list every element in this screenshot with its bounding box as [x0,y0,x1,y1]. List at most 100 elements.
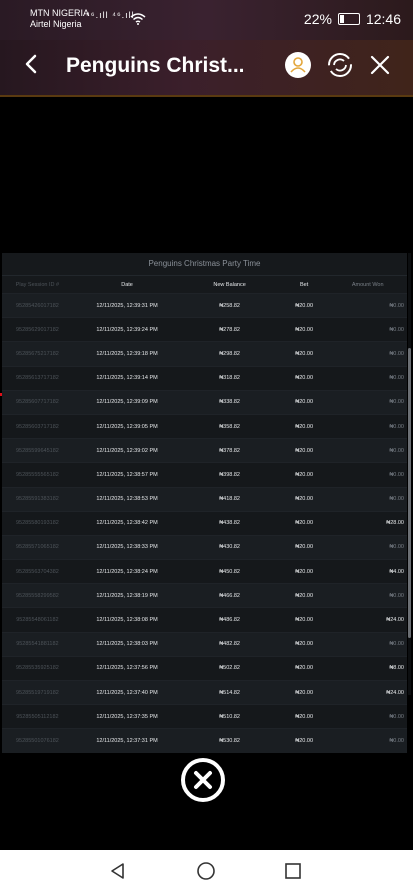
bet-cell: ₦20.00 [277,655,331,681]
user-button[interactable] [284,51,312,79]
history-title: Penguins Christmas Party Time [2,253,407,276]
bet-cell: ₦20.00 [277,462,331,487]
date-cell: 12/11/2025, 12:38:03 PM [72,631,182,657]
history-panel: Penguins Christmas Party Time Play Sessi… [2,253,411,753]
battery-icon [337,13,360,25]
content-area: Penguins Christmas Party Time Play Sessi… [0,97,413,850]
bet-cell: ₦20.00 [277,413,331,439]
date-cell: 12/11/2025, 12:37:56 PM [72,655,182,681]
table-row: 95285607717182 12/11/2025, 12:39:09 PM ₦33… [2,389,407,415]
date-cell: 12/11/2025, 12:38:08 PM [72,607,182,633]
session-id-cell: 95285599645182 [2,438,73,463]
system-nav-bar [0,850,413,892]
won-cell: ₦0.00 [330,486,407,512]
nav-recents-icon [285,863,301,879]
back-button[interactable] [22,52,46,76]
table-row: 95285571065182 12/11/2025, 12:38:33 PM ₦43… [2,534,407,560]
nav-back-icon [111,863,124,879]
table-row: 95285501076182 12/11/2025, 12:37:31 PM ₦53… [2,728,407,753]
session-id-cell: 95285675217182 [2,341,73,367]
won-cell: ₦28.00 [330,510,407,536]
session-id-cell: 95285603717182 [2,413,73,439]
session-id-cell: 95285426017182 [2,292,73,318]
session-id-cell: 95285607717182 [2,389,73,415]
won-cell: ₦0.00 [330,438,407,463]
won-cell: ₦0.00 [330,317,407,342]
date-cell: 12/11/2025, 12:39:09 PM [72,389,182,415]
date-cell: 12/11/2025, 12:39:14 PM [72,365,182,391]
balance-cell: ₦514.82 [181,679,278,705]
date-cell: 12/11/2025, 12:37:31 PM [72,728,182,753]
col-date: Date [121,282,133,288]
history-table: Play Session ID # Date New Balance Bet A… [2,277,407,753]
page-title: Penguins Christ... [66,54,245,77]
nav-home-button[interactable] [195,860,217,882]
table-row: 95285426017182 12/11/2025, 12:39:31 PM ₦25… [2,292,407,318]
session-id-cell: 95285501076182 [2,728,73,753]
wifi-icon [130,12,146,30]
balance-cell: ₦338.82 [181,389,278,415]
balance-cell: ₦502.82 [181,655,278,681]
carrier-2: Airtel Nigeria [30,19,82,29]
bet-cell: ₦20.00 [277,631,331,657]
back-arrow-icon [25,54,37,74]
bet-cell: ₦20.00 [277,389,331,415]
bet-cell: ₦20.00 [277,679,331,705]
bet-cell: ₦20.00 [277,486,331,512]
balance-cell: ₦378.82 [181,438,278,463]
col-won: Amount Won [351,282,384,288]
won-cell: ₦0.00 [330,704,407,729]
won-cell: ₦0.00 [330,728,407,753]
date-cell: 12/11/2025, 12:39:18 PM [72,341,182,367]
session-id-cell: 95285613717182 [2,365,73,391]
session-id-cell: 95285580193182 [2,510,73,536]
balance-cell: ₦510.82 [181,704,278,729]
refresh-button[interactable] [326,51,354,79]
won-cell: ₦0.00 [330,583,407,608]
balance-cell: ₦258.82 [181,292,278,318]
battery-fill [339,15,345,23]
close-history-button[interactable] [181,758,225,802]
balance-cell: ₦318.82 [181,365,278,391]
date-cell: 12/11/2025, 12:39:24 PM [72,317,182,342]
balance-cell: ₦398.82 [181,462,278,487]
bet-cell: ₦20.00 [277,438,331,463]
won-cell: ₦0.00 [330,413,407,439]
session-id-cell: 95285548061182 [2,607,73,633]
col-bet: Bet [300,282,309,288]
session-id-cell: 95285519719182 [2,679,73,705]
date-cell: 12/11/2025, 12:38:24 PM [72,559,182,584]
balance-cell: ₦430.82 [181,534,278,560]
col-session-id: Play Session ID # [15,282,60,288]
user-icon [285,52,311,78]
session-id-cell: 95285558299582 [2,583,73,608]
nav-recents-button[interactable] [282,860,304,882]
balance-cell: ₦466.82 [181,583,278,608]
date-cell: 12/11/2025, 12:39:05 PM [72,413,182,439]
nav-back-button[interactable] [107,860,129,882]
bet-cell: ₦20.00 [277,607,331,633]
table-row: 95285558299582 12/11/2025, 12:38:19 PM ₦46… [2,583,407,608]
date-cell: 12/11/2025, 12:38:57 PM [72,462,182,487]
signal-icon: ⁴⁶.ıll ⁴⁶.ıll [86,10,135,20]
clock: 12:46 [365,11,401,27]
status-right: 22% 12:46 [304,11,401,27]
date-cell: 12/11/2025, 12:37:35 PM [72,704,182,729]
table-header: Play Session ID # Date New Balance Bet A… [2,277,407,294]
balance-cell: ₦418.82 [181,486,278,512]
balance-cell: ₦450.82 [181,559,278,584]
close-button[interactable] [366,51,394,79]
table-row: 95285535925182 12/11/2025, 12:37:56 PM ₦50… [2,655,407,681]
session-id-cell: 95285591383182 [2,486,73,512]
won-cell: ₦0.00 [330,631,407,657]
table-row: 95285675217182 12/11/2025, 12:39:18 PM ₦29… [2,341,407,367]
battery-percent: 22% [303,11,332,27]
date-cell: 12/11/2025, 12:38:19 PM [72,583,182,608]
bet-cell: ₦20.00 [277,317,331,342]
date-cell: 12/11/2025, 12:38:42 PM [72,510,182,536]
table-row: 95285580193182 12/11/2025, 12:38:42 PM ₦43… [2,510,407,536]
scrollbar-thumb[interactable] [408,348,411,638]
table-row: 95285629017182 12/11/2025, 12:39:24 PM ₦27… [2,317,407,342]
table-row: 95285613717182 12/11/2025, 12:39:14 PM ₦31… [2,365,407,391]
balance-cell: ₦278.82 [181,317,278,342]
